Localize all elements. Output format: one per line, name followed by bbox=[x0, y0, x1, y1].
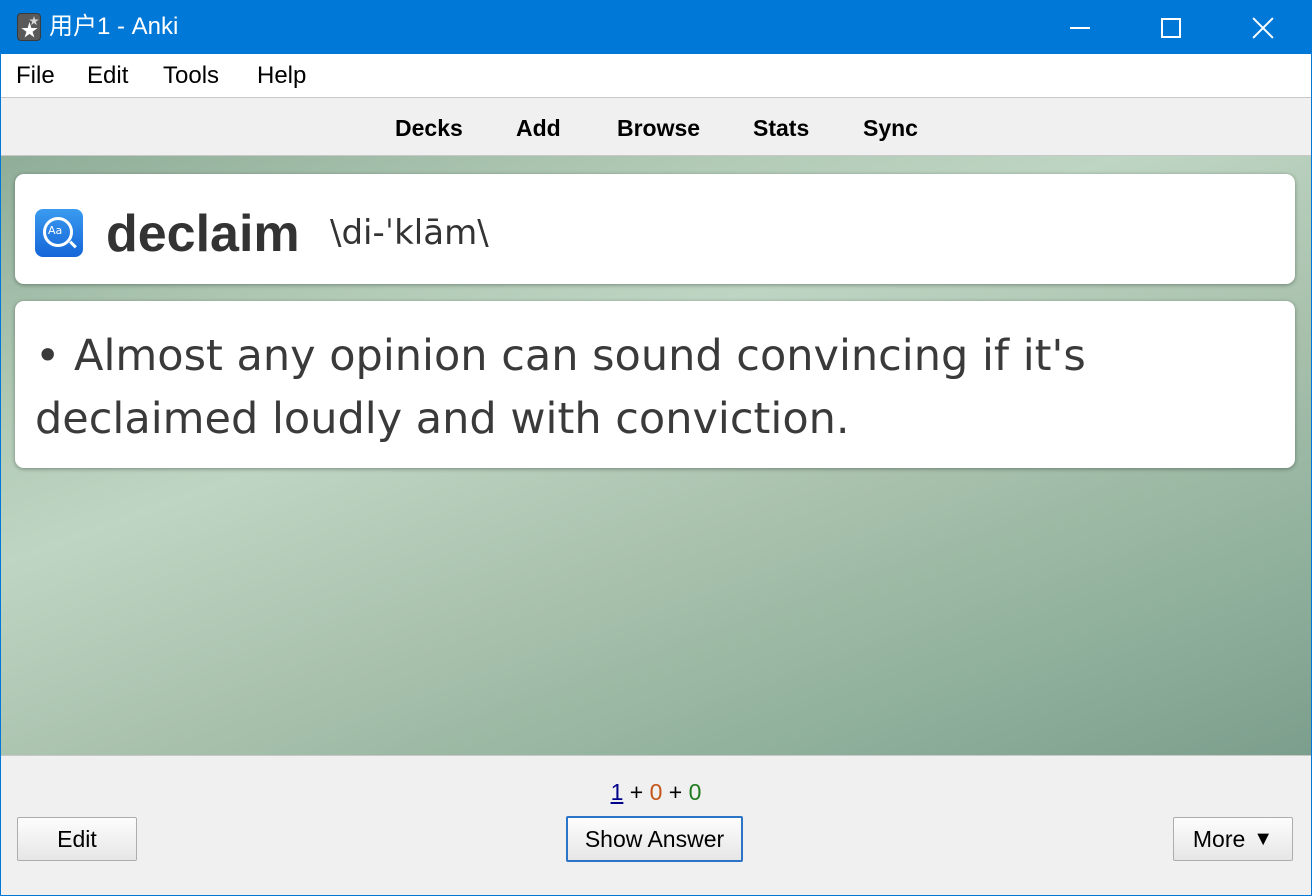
word-card: Aa declaim \di-ˈklām\ bbox=[15, 174, 1295, 284]
chevron-down-icon: ▼ bbox=[1253, 828, 1274, 850]
toolbar-browse-link[interactable]: Browse bbox=[617, 115, 700, 141]
menu-edit[interactable]: Edit bbox=[87, 62, 128, 90]
show-answer-button[interactable]: Show Answer bbox=[566, 816, 743, 862]
card-phonetic: \di-ˈklām\ bbox=[330, 213, 489, 253]
anki-star-icon[interactable] bbox=[17, 13, 41, 41]
toolbar-sync-link[interactable]: Sync bbox=[863, 115, 918, 141]
close-button[interactable] bbox=[1217, 1, 1309, 54]
dictionary-icon[interactable]: Aa bbox=[35, 209, 83, 257]
learning-count: 0 bbox=[649, 779, 663, 805]
more-button[interactable]: More ▼ bbox=[1173, 817, 1293, 861]
maximize-icon bbox=[1161, 17, 1181, 38]
top-toolbar: Decks Add Browse Stats Sync bbox=[1, 98, 1311, 156]
bottom-bar: 1 + 0 + 0 Edit Show Answer More ▼ bbox=[1, 755, 1311, 895]
example-card: • Almost any opinion can sound convincin… bbox=[15, 301, 1295, 468]
title-bar[interactable]: 用户1 - Anki bbox=[1, 1, 1311, 54]
new-count: 1 bbox=[610, 779, 624, 805]
anki-window: 用户1 - Anki File Edit Tools Help Decks Ad… bbox=[0, 0, 1312, 896]
count-separator: + bbox=[629, 779, 644, 805]
more-button-label: More bbox=[1192, 826, 1246, 852]
example-sentence: • Almost any opinion can sound convincin… bbox=[35, 331, 1086, 444]
toolbar-decks-link[interactable]: Decks bbox=[395, 115, 463, 141]
menu-tools[interactable]: Tools bbox=[163, 62, 219, 90]
count-separator: + bbox=[668, 779, 683, 805]
minimize-icon bbox=[1070, 26, 1090, 29]
toolbar-stats-link[interactable]: Stats bbox=[753, 115, 809, 141]
card-review-area: Aa declaim \di-ˈklām\ • Almost any opini… bbox=[1, 156, 1311, 755]
edit-button-label: Edit bbox=[57, 826, 97, 852]
menu-file[interactable]: File bbox=[16, 62, 55, 90]
toolbar-add-link[interactable]: Add bbox=[516, 115, 561, 141]
menu-bar: File Edit Tools Help bbox=[1, 54, 1311, 98]
maximize-button[interactable] bbox=[1125, 1, 1217, 54]
edit-button[interactable]: Edit bbox=[17, 817, 137, 861]
menu-help[interactable]: Help bbox=[257, 62, 306, 90]
minimize-button[interactable] bbox=[1034, 1, 1126, 54]
card-word: declaim bbox=[106, 205, 300, 263]
due-counts: 1 + 0 + 0 bbox=[1, 778, 1311, 806]
window-title: 用户1 - Anki bbox=[49, 13, 179, 40]
close-icon bbox=[1252, 17, 1274, 39]
review-count: 0 bbox=[688, 779, 702, 805]
show-answer-label: Show Answer bbox=[584, 826, 725, 852]
